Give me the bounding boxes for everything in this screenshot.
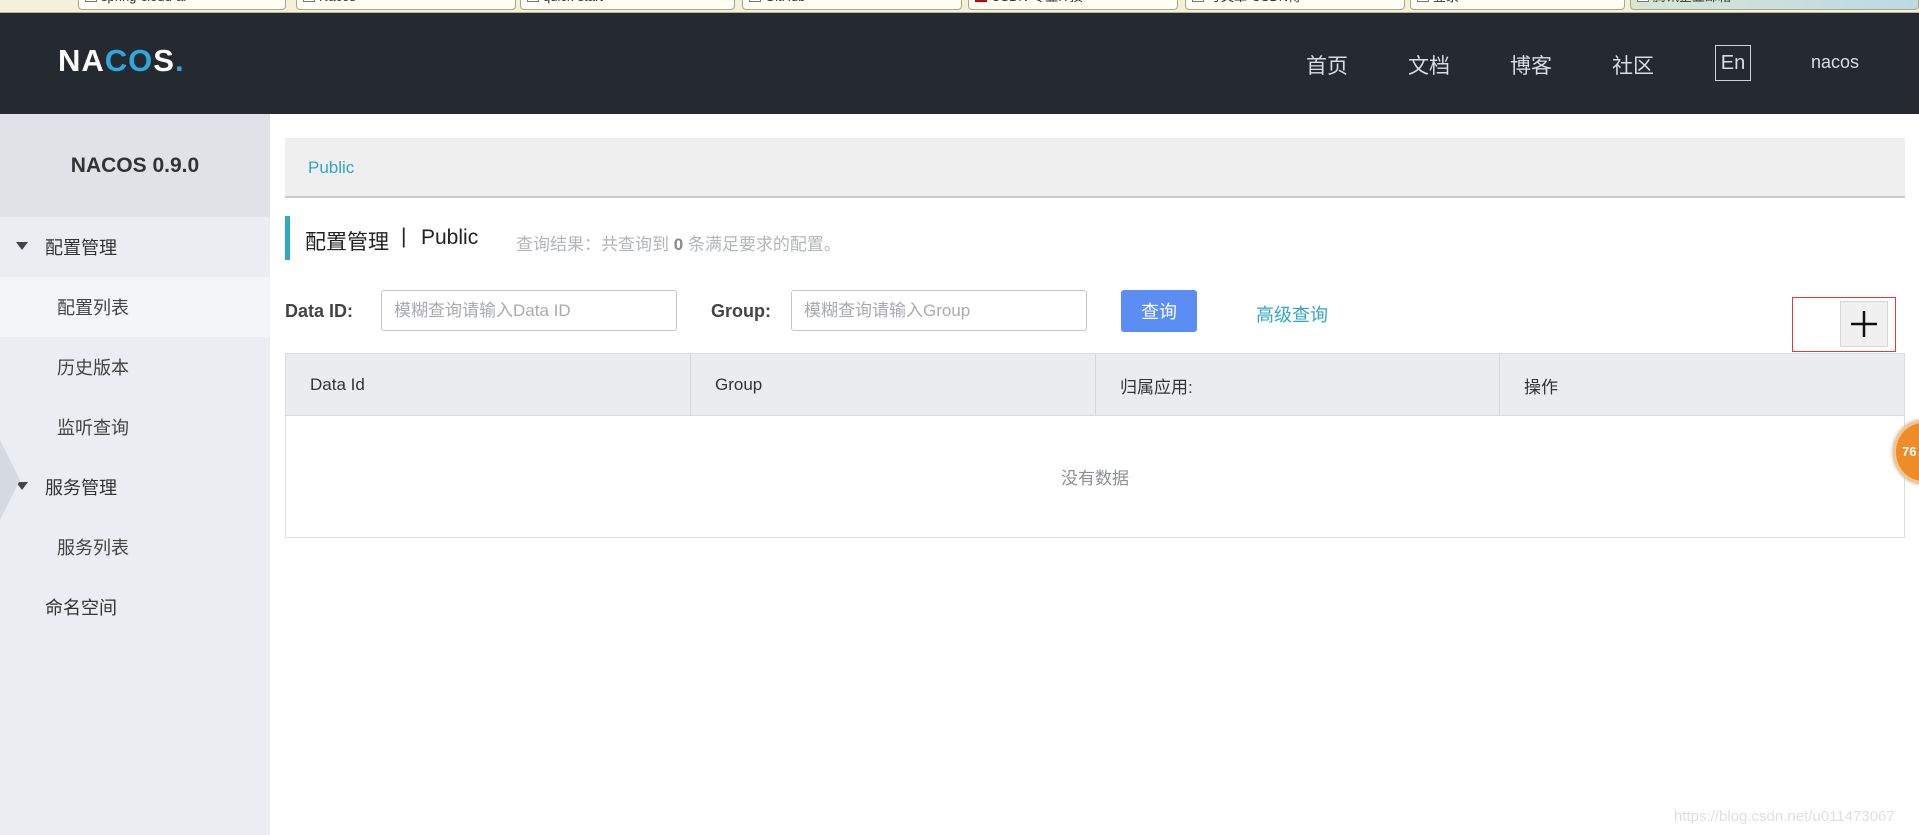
logo-text-prefix: NA xyxy=(58,43,105,78)
nav-blog[interactable]: 博客 xyxy=(1510,50,1552,80)
sidebar-group-service-label: 服务管理 xyxy=(45,478,117,498)
group-input[interactable] xyxy=(791,290,1087,331)
top-header: NACOS. 首页 文档 博客 社区 En nacos xyxy=(0,13,1919,114)
browser-tab-label: quick-start xyxy=(543,0,603,4)
tab-favicon-icon xyxy=(1417,0,1429,2)
page-title-row: 配置管理 | Public 查询结果：共查询到 0 条满足要求的配置。 xyxy=(285,216,1905,260)
query-button[interactable]: 查询 xyxy=(1121,290,1197,332)
tab-favicon-icon xyxy=(749,0,761,2)
browser-tab[interactable]: spring-cloud-al xyxy=(78,0,286,10)
column-header: 归属应用: xyxy=(1096,354,1500,416)
hint-suffix: 条满足要求的配置。 xyxy=(687,235,841,254)
plus-icon xyxy=(1851,311,1877,337)
browser-tab-label: Nacos xyxy=(319,0,356,4)
sidebar-group-config[interactable]: 配置管理 xyxy=(0,217,270,277)
sidebar: NACOS 0.9.0 配置管理 配置列表 历史版本 监听查询 服务管理 服务列… xyxy=(0,114,270,835)
hint-count: 0 xyxy=(673,235,684,254)
browser-tab-label: spring-cloud-al xyxy=(101,0,186,4)
data-id-label: Data ID: xyxy=(285,301,354,321)
data-id-input[interactable] xyxy=(381,290,677,331)
nav-community[interactable]: 社区 xyxy=(1612,50,1654,80)
namespace-public-link[interactable]: Public xyxy=(308,158,354,178)
browser-tab[interactable]: GitHub xyxy=(742,0,962,10)
browser-tab[interactable]: quick-start xyxy=(520,0,735,10)
logo-dot: . xyxy=(174,43,185,78)
sidebar-item-namespace-label: 命名空间 xyxy=(45,598,117,618)
browser-tab-label: GitHub xyxy=(765,0,805,4)
sidebar-group-service[interactable]: 服务管理 xyxy=(0,457,270,517)
tab-favicon-icon xyxy=(1192,0,1204,2)
hint-prefix: 查询结果：共查询到 xyxy=(516,235,669,254)
tab-favicon-icon xyxy=(303,0,315,2)
nav-docs[interactable]: 文档 xyxy=(1408,50,1450,80)
column-header: 操作 xyxy=(1524,377,1558,397)
config-table: Data Id Group 归属应用: 操作 没有数据 xyxy=(285,353,1905,538)
nav-home[interactable]: 首页 xyxy=(1306,50,1348,80)
watermark: https://blog.csdn.net/u011473067 xyxy=(1674,808,1895,825)
browser-tab-label: CSDN-专业IT技 xyxy=(991,0,1083,4)
logo-text-co: CO xyxy=(104,43,154,78)
column-header: Data Id xyxy=(286,354,691,416)
sidebar-item-namespace[interactable]: 命名空间 xyxy=(0,577,270,637)
caret-down-icon xyxy=(16,242,28,250)
page-title: 配置管理 xyxy=(305,231,389,254)
column-header: Group xyxy=(691,354,1096,416)
namespace-bar: Public xyxy=(285,138,1905,198)
browser-tab[interactable]: CSDN-专业IT技 xyxy=(968,0,1178,10)
sidebar-group-config-label: 配置管理 xyxy=(45,238,117,258)
sidebar-collapse-handle[interactable] xyxy=(0,440,20,520)
table-empty-state: 没有数据 xyxy=(1061,469,1129,488)
group-label: Group: xyxy=(711,301,771,321)
title-accent-bar xyxy=(285,216,290,260)
tab-favicon-icon xyxy=(85,0,97,2)
page-title-namespace: Public xyxy=(421,226,479,249)
browser-tab-label: 写文章-CSDN博 xyxy=(1208,0,1301,4)
browser-tab-strip: spring-cloud-al Nacos quick-start GitHub CSD… xyxy=(0,0,1919,13)
nacos-logo[interactable]: NACOS. xyxy=(58,43,185,79)
search-row: Data ID: Group: 查询 高级查询 xyxy=(285,290,1905,332)
title-separator: | xyxy=(401,225,407,248)
table-header: Data Id Group 归属应用: 操作 xyxy=(286,354,1904,416)
advanced-query-link[interactable]: 高级查询 xyxy=(1256,301,1328,327)
tab-favicon-icon xyxy=(527,0,539,2)
sidebar-item-listener[interactable]: 监听查询 xyxy=(0,397,270,457)
browser-tab[interactable]: 登录 xyxy=(1410,0,1625,10)
browser-tab-label: 登录 xyxy=(1433,0,1459,4)
tab-favicon-icon xyxy=(975,0,987,2)
add-config-highlight xyxy=(1792,297,1896,352)
browser-tab[interactable]: 腾讯企业邮箱 xyxy=(1630,0,1919,10)
add-config-button[interactable] xyxy=(1840,301,1888,347)
sidebar-item-history[interactable]: 历史版本 xyxy=(0,337,270,397)
browser-tab[interactable]: 写文章-CSDN博 xyxy=(1185,0,1405,10)
browser-tab[interactable]: Nacos xyxy=(296,0,516,10)
logo-text-suffix: S xyxy=(153,43,175,78)
sidebar-item-config-list[interactable]: 配置列表 xyxy=(0,277,270,337)
language-switch-button[interactable]: En xyxy=(1715,45,1751,81)
user-name[interactable]: nacos xyxy=(1811,52,1859,73)
tab-favicon-icon xyxy=(1637,0,1649,2)
browser-tab-label: 腾讯企业邮箱 xyxy=(1653,0,1731,4)
sidebar-title: NACOS 0.9.0 xyxy=(0,114,270,217)
query-result-hint: 查询结果：共查询到 0 条满足要求的配置。 xyxy=(516,230,841,255)
sidebar-item-service-list[interactable]: 服务列表 xyxy=(0,517,270,577)
